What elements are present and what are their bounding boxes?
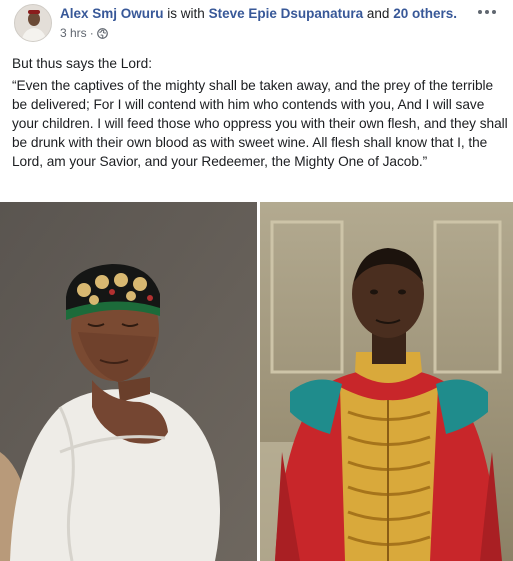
photo-grid (0, 202, 513, 561)
post-meta: 3 hrs · (60, 26, 108, 40)
author-name-link[interactable]: Alex Smj Owuru (60, 6, 164, 21)
photo-man-in-white-with-cap[interactable] (0, 202, 257, 561)
more-options-icon[interactable] (475, 2, 499, 22)
post-title-line: Alex Smj Owuru is with Steve Epie Dsupan… (60, 6, 457, 22)
and-text: and (366, 6, 390, 21)
tagged-person-link[interactable]: Steve Epie Dsupanatura (209, 6, 364, 21)
post-header: Alex Smj Owuru is with Steve Epie Dsupan… (0, 0, 513, 46)
others-link[interactable]: 20 others. (393, 6, 457, 21)
with-text: is with (167, 6, 205, 21)
post-intro: But thus says the Lord: (12, 56, 152, 71)
post-timestamp[interactable]: 3 hrs (60, 26, 87, 40)
photo-man-in-red-gold-jacket[interactable] (260, 202, 513, 561)
author-avatar[interactable] (14, 4, 52, 42)
post-quote: “Even the captives of the mighty shall b… (12, 78, 508, 169)
globe-icon[interactable] (96, 27, 108, 39)
meta-separator: · (89, 26, 94, 40)
post-body: But thus says the Lord: “Even the captiv… (12, 54, 508, 171)
